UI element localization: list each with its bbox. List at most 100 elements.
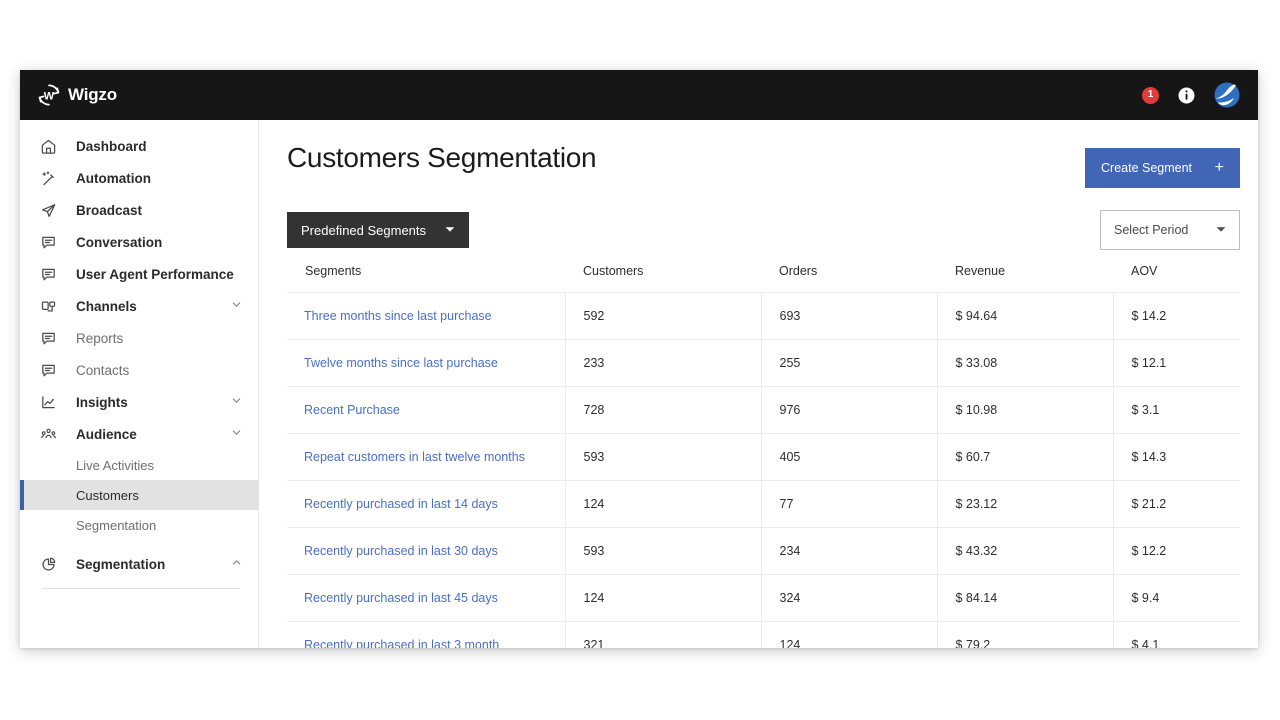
page-title: Customers Segmentation [287, 142, 596, 174]
cell-revenue: $ 79.2 [937, 622, 1113, 649]
magic-wand-icon [38, 170, 58, 187]
chevron-up-icon[interactable] [231, 555, 242, 573]
cell-orders: 324 [761, 575, 937, 622]
sidebar-subitem-segmentation[interactable]: Segmentation [20, 510, 258, 540]
table-row: Recently purchased in last 3 month 321124… [287, 622, 1240, 649]
cell-customers: 124 [565, 575, 761, 622]
cell-segment: Repeat customers in last twelve months [287, 434, 565, 481]
sidebar-subitem-live-activities[interactable]: Live Activities [20, 450, 258, 480]
sidebar-item-user-agent-performance[interactable]: User Agent Performance [20, 258, 258, 290]
create-segment-button[interactable]: Create Segment + [1085, 148, 1240, 188]
sidebar-item-reports[interactable]: Reports [20, 322, 258, 354]
cell-segment: Recently purchased in last 3 month [287, 622, 565, 649]
sidebar-subitem-customers[interactable]: Customers [20, 480, 258, 510]
body: Dashboard Automation [20, 120, 1258, 648]
cell-customers: 321 [565, 622, 761, 649]
pie-chart-icon [38, 556, 58, 573]
sidebar-item-label: Reports [76, 331, 123, 346]
chat-bubble-icon [38, 330, 58, 347]
chevron-down-icon[interactable] [231, 425, 242, 443]
select-period-dropdown[interactable]: Select Period [1100, 210, 1240, 250]
predefined-segments-dropdown[interactable]: Predefined Segments [287, 212, 469, 248]
page-header: Customers Segmentation Create Segment + [287, 120, 1240, 188]
sidebar-item-dashboard[interactable]: Dashboard [20, 130, 258, 162]
sidebar-item-label: Dashboard [76, 139, 147, 154]
sidebar-item-automation[interactable]: Automation [20, 162, 258, 194]
segment-link[interactable]: Twelve months since last purchase [304, 356, 498, 370]
sidebar: Dashboard Automation [20, 120, 259, 648]
svg-text:W: W [44, 90, 55, 102]
plus-icon: + [1215, 159, 1224, 177]
cell-revenue: $ 94.64 [937, 293, 1113, 340]
sidebar-item-insights[interactable]: Insights [20, 386, 258, 418]
sidebar-item-label: Conversation [76, 235, 162, 250]
column-header-customers[interactable]: Customers [565, 264, 761, 293]
cell-orders: 77 [761, 481, 937, 528]
cell-orders: 976 [761, 387, 937, 434]
cell-segment: Recently purchased in last 14 days [287, 481, 565, 528]
cell-customers: 593 [565, 528, 761, 575]
sidebar-item-label: Broadcast [76, 203, 142, 218]
segment-link[interactable]: Recently purchased in last 45 days [304, 591, 498, 605]
top-bar-actions: 1 [1142, 82, 1240, 108]
chevron-down-icon[interactable] [231, 393, 242, 411]
cell-orders: 693 [761, 293, 937, 340]
column-header-orders[interactable]: Orders [761, 264, 937, 293]
sidebar-item-audience[interactable]: Audience [20, 418, 258, 450]
home-icon [38, 138, 58, 155]
segment-link[interactable]: Recent Purchase [304, 403, 400, 417]
sidebar-item-broadcast[interactable]: Broadcast [20, 194, 258, 226]
chevron-down-icon[interactable] [231, 297, 242, 315]
table-row: Three months since last purchase592693$ … [287, 293, 1240, 340]
cell-segment: Recent Purchase [287, 387, 565, 434]
table-row: Recently purchased in last 30 days593234… [287, 528, 1240, 575]
cell-revenue: $ 23.12 [937, 481, 1113, 528]
cell-segment: Three months since last purchase [287, 293, 565, 340]
segment-link[interactable]: Three months since last purchase [304, 309, 492, 323]
sidebar-item-label: Channels [76, 299, 137, 314]
brand-logo[interactable]: W Wigzo [36, 82, 117, 108]
sidebar-item-label: Contacts [76, 363, 129, 378]
cell-aov: $ 12.2 [1113, 528, 1240, 575]
sidebar-item-contacts[interactable]: Contacts [20, 354, 258, 386]
segment-link[interactable]: Repeat customers in last twelve months [304, 450, 525, 464]
user-avatar[interactable] [1214, 82, 1240, 108]
chat-bubble-icon [38, 362, 58, 379]
select-period-label: Select Period [1114, 223, 1188, 237]
sidebar-item-channels[interactable]: Channels [20, 290, 258, 322]
sidebar-divider [42, 588, 240, 589]
paper-plane-icon [38, 202, 58, 219]
table-row: Recently purchased in last 14 days12477$… [287, 481, 1240, 528]
cell-revenue: $ 60.7 [937, 434, 1113, 481]
sidebar-subitem-label: Segmentation [76, 518, 156, 533]
segment-link[interactable]: Recently purchased in last 14 days [304, 497, 498, 511]
table-header-row: Segments Customers Orders Revenue AOV [287, 264, 1240, 293]
segments-table: Segments Customers Orders Revenue AOV Th… [287, 264, 1240, 648]
channels-icon [38, 298, 58, 315]
column-header-revenue[interactable]: Revenue [937, 264, 1113, 293]
cell-customers: 728 [565, 387, 761, 434]
cell-revenue: $ 84.14 [937, 575, 1113, 622]
cell-aov: $ 4.1 [1113, 622, 1240, 649]
sidebar-item-segmentation-group[interactable]: Segmentation [20, 548, 258, 580]
main-content: Customers Segmentation Create Segment + … [259, 120, 1258, 648]
segment-link[interactable]: Recently purchased in last 30 days [304, 544, 498, 558]
column-header-segments[interactable]: Segments [287, 264, 565, 293]
notification-badge[interactable]: 1 [1142, 87, 1159, 104]
column-header-aov[interactable]: AOV [1113, 264, 1240, 293]
cell-segment: Recently purchased in last 30 days [287, 528, 565, 575]
sidebar-subitem-label: Live Activities [76, 458, 154, 473]
cell-aov: $ 14.3 [1113, 434, 1240, 481]
cell-orders: 255 [761, 340, 937, 387]
sidebar-item-label: Segmentation [76, 557, 165, 572]
segment-link[interactable]: Recently purchased in last 3 month [304, 638, 499, 648]
cell-orders: 124 [761, 622, 937, 649]
sidebar-item-conversation[interactable]: Conversation [20, 226, 258, 258]
table-row: Repeat customers in last twelve months59… [287, 434, 1240, 481]
cell-aov: $ 14.2 [1113, 293, 1240, 340]
cell-revenue: $ 10.98 [937, 387, 1113, 434]
cell-aov: $ 21.2 [1113, 481, 1240, 528]
cell-customers: 124 [565, 481, 761, 528]
table-row: Twelve months since last purchase233255$… [287, 340, 1240, 387]
info-circle-icon[interactable] [1178, 87, 1195, 104]
